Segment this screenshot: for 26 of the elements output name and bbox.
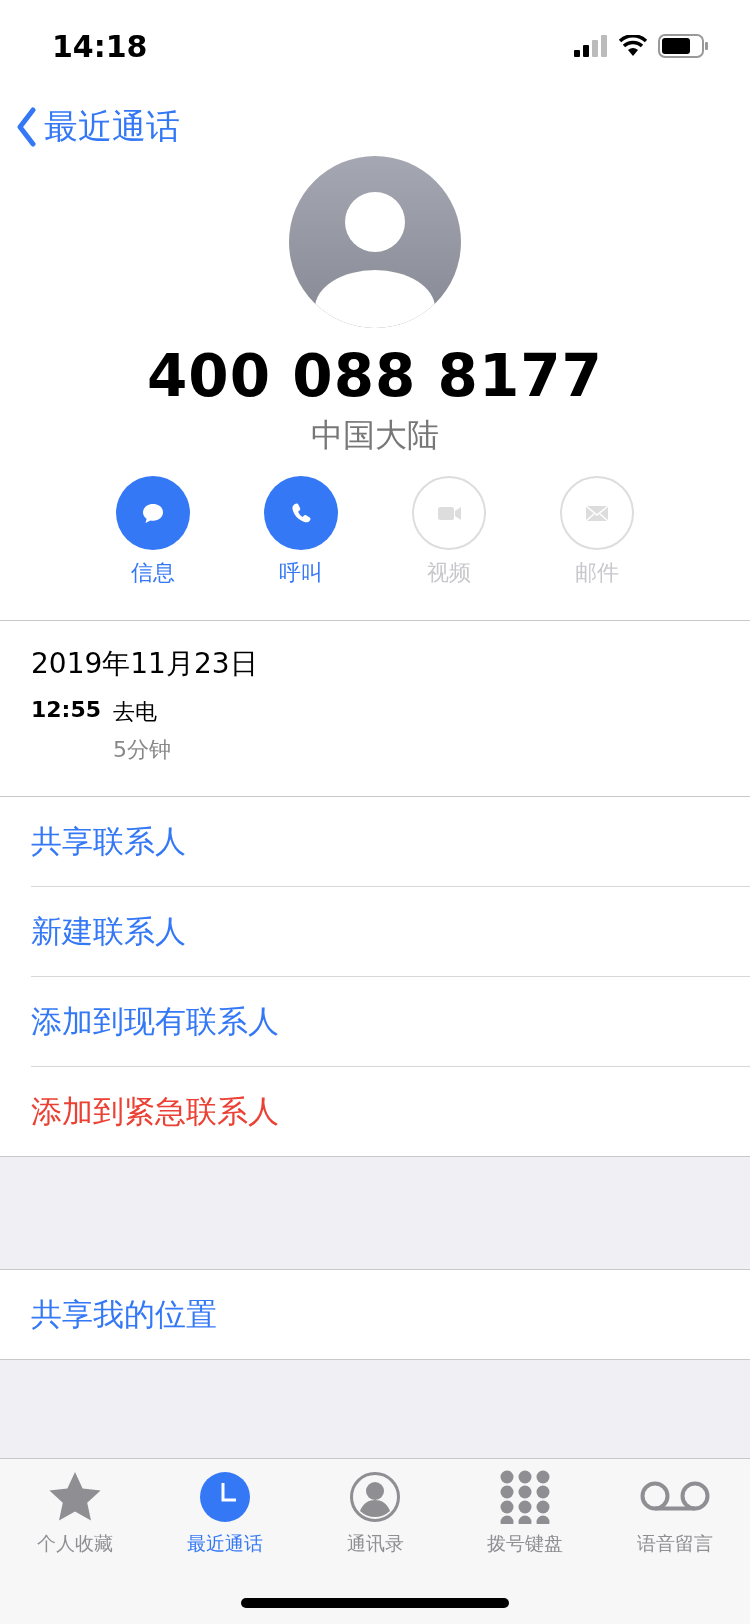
keypad-icon [499,1470,551,1524]
region-label: 中国大陆 [311,415,439,456]
tab[interactable]: 通讯录 [300,1469,450,1557]
status-time: 14:18 [52,28,148,64]
call-time: 12:55 [31,697,103,724]
tab[interactable]: 最近通话 [150,1469,300,1557]
chevron-left-icon [16,107,36,147]
call-duration: 5分钟 [113,736,172,764]
option-row[interactable]: 添加到紧急联系人 [31,1067,750,1156]
phone-number: 400 088 8177 [147,342,603,410]
tab[interactable]: 个人收藏 [0,1469,150,1557]
voicemail-icon [639,1480,711,1514]
tab[interactable]: 拨号键盘 [450,1469,600,1557]
clock-icon [199,1471,251,1523]
option-row[interactable]: 共享联系人 [31,797,750,887]
person-circle-icon [349,1471,401,1523]
call-date: 2019年11月23日 [31,646,259,682]
signal-icon [574,35,608,57]
option-row[interactable]: 添加到现有联系人 [31,977,750,1067]
option-row[interactable]: 新建联系人 [31,887,750,977]
back-button[interactable]: 最近通话 [0,88,180,150]
call-type: 去电 [113,698,158,726]
battery-icon [658,34,710,58]
avatar-icon [289,156,461,328]
tab[interactable]: 语音留言 [600,1469,750,1557]
wifi-icon [618,35,648,57]
